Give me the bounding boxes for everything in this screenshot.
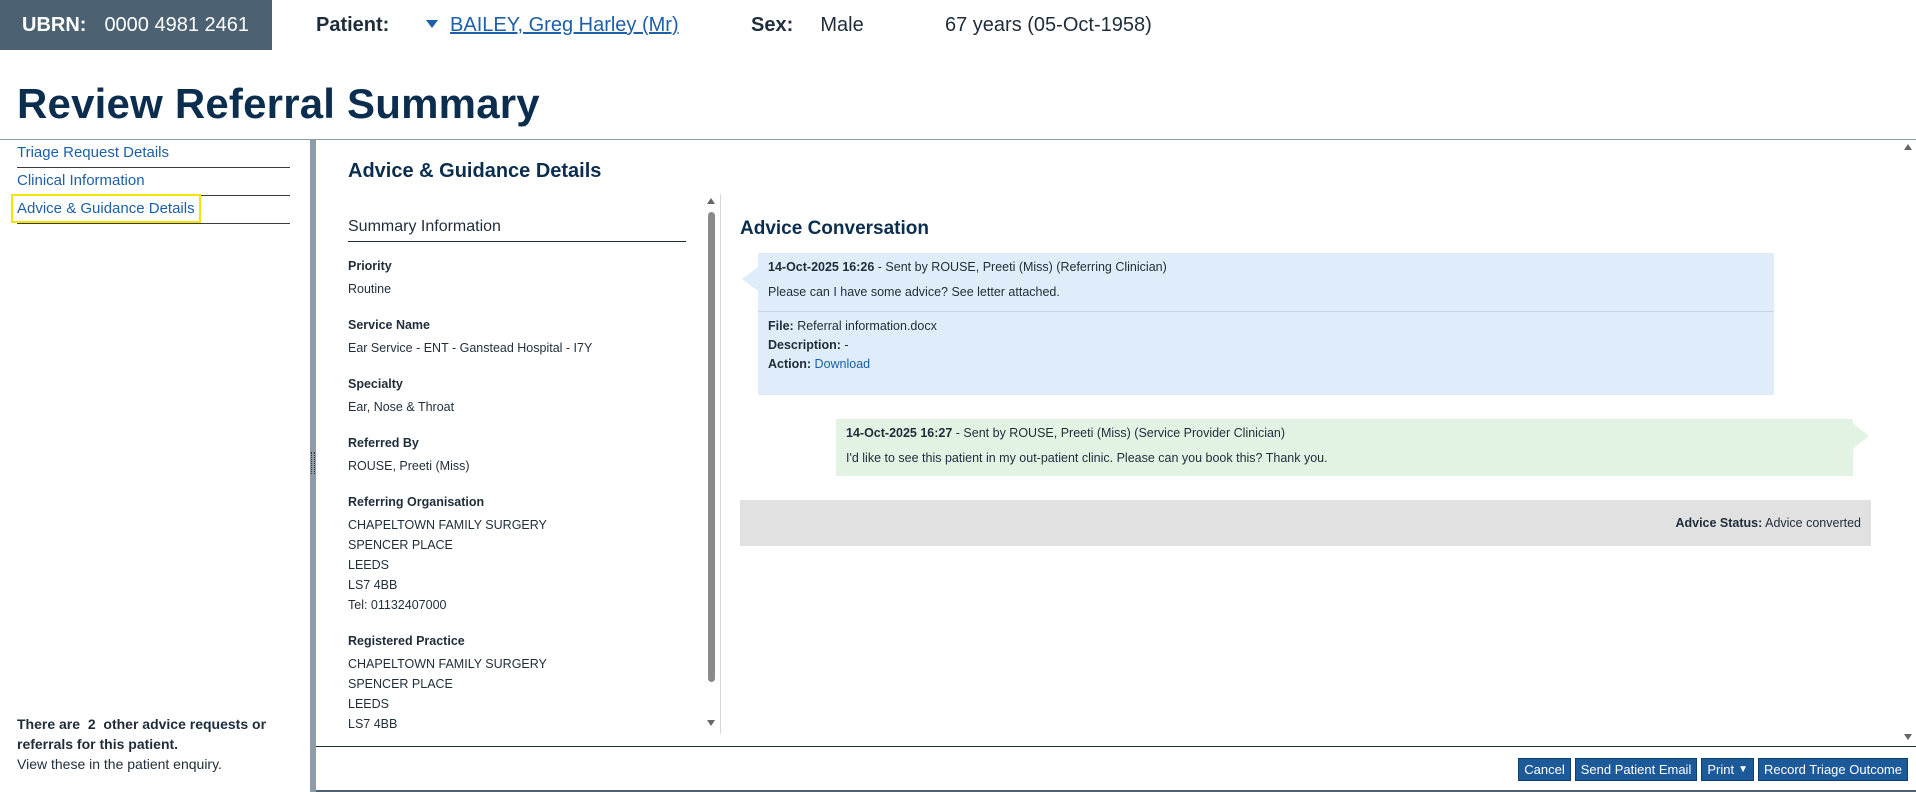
- field-label: Referring Organisation: [348, 495, 485, 509]
- field-label: Registered Practice: [348, 634, 465, 648]
- telephone: Tel: 01132407000: [348, 598, 447, 612]
- description-label: Description:: [768, 338, 841, 352]
- address-line: LEEDS: [348, 697, 389, 711]
- attachment-description: Description: -: [768, 338, 849, 352]
- file-label: File:: [768, 319, 794, 333]
- column-divider: [720, 194, 721, 734]
- patient-field: Patient: BAILEY, Greg Harley (Mr): [316, 14, 679, 37]
- nav-item-clinical-information[interactable]: Clinical Information: [17, 168, 290, 196]
- print-label: Print: [1707, 762, 1735, 777]
- sex-label: Sex:: [751, 14, 794, 36]
- patient-name-link[interactable]: BAILEY, Greg Harley (Mr): [450, 14, 679, 36]
- address-line: SPENCER PLACE: [348, 677, 453, 691]
- cancel-button[interactable]: Cancel: [1518, 758, 1571, 781]
- note-count: 2: [87, 716, 96, 732]
- address-line: LEEDS: [348, 558, 389, 572]
- splitter-grip-icon[interactable]: [311, 452, 315, 474]
- conversation-title: Advice Conversation: [740, 218, 929, 239]
- file-value: Referral information.docx: [797, 319, 937, 333]
- summary-field-registered-practice: Registered Practice CHAPELTOWN FAMILY SU…: [348, 634, 688, 734]
- scrollbar-thumb[interactable]: [708, 212, 715, 682]
- scroll-up-icon[interactable]: [1904, 144, 1912, 150]
- record-triage-outcome-button[interactable]: Record Triage Outcome: [1757, 758, 1908, 781]
- scroll-down-icon[interactable]: [707, 720, 715, 726]
- field-label: Service Name: [348, 318, 431, 332]
- summary-field-referring-organisation: Referring Organisation CHAPELTOWN FAMILY…: [348, 495, 688, 615]
- message-meta: 14-Oct-2025 16:27 - Sent by ROUSE, Preet…: [846, 426, 1285, 440]
- section-title: Advice & Guidance Details: [348, 160, 602, 182]
- message-meta: 14-Oct-2025 16:26 - Sent by ROUSE, Preet…: [768, 260, 1167, 274]
- nav-item-label: Clinical Information: [17, 172, 145, 189]
- address-line: CHAPELTOWN FAMILY SURGERY: [348, 657, 547, 671]
- message-timestamp: 14-Oct-2025 16:27: [846, 426, 953, 440]
- dropdown-arrow-icon: ▼: [1738, 764, 1748, 775]
- field-value: Ear Service - ENT - Ganstead Hospital - …: [348, 341, 593, 355]
- age-dob: 67 years (05-Oct-1958): [945, 14, 1152, 36]
- action-label: Action:: [768, 357, 812, 371]
- ubrn-value: 0000 4981 2461: [104, 13, 250, 36]
- field-value: Routine: [348, 282, 392, 296]
- status-label: Advice Status:: [1675, 516, 1763, 530]
- field-label: Priority: [348, 259, 392, 273]
- action-buttons: Cancel Send Patient Email Print ▼ Record…: [1518, 758, 1908, 781]
- nav-item-label: Advice & Guidance Details: [11, 194, 201, 223]
- patient-dropdown-icon[interactable]: [426, 19, 439, 28]
- patient-banner: UBRN: 0000 4981 2461 Patient: BAILEY, Gr…: [0, 0, 1916, 50]
- sex-field: Sex: Male: [751, 14, 864, 37]
- message-body: Please can I have some advice? See lette…: [768, 285, 1060, 299]
- left-navigation: [0, 140, 312, 792]
- nav-item-label: Triage Request Details: [17, 144, 170, 161]
- incoming-message: 14-Oct-2025 16:26 - Sent by ROUSE, Preet…: [742, 253, 1774, 395]
- message-timestamp: 14-Oct-2025 16:26: [768, 260, 875, 274]
- address-line: SPENCER PLACE: [348, 538, 453, 552]
- summary-scrollbar[interactable]: [706, 198, 716, 730]
- field-label: Specialty: [348, 377, 403, 391]
- attachment-file: File: Referral information.docx: [768, 319, 937, 333]
- note-line2: View these in the patient enquiry.: [17, 756, 222, 772]
- send-patient-email-button[interactable]: Send Patient Email: [1574, 758, 1698, 781]
- scroll-down-icon[interactable]: [1904, 734, 1912, 740]
- ubrn-panel: UBRN: 0000 4981 2461: [0, 0, 272, 50]
- attachment-action: Action: Download: [768, 357, 870, 371]
- nav-item-triage-request-details[interactable]: Triage Request Details: [17, 140, 290, 168]
- advice-status: Advice Status: Advice converted: [1675, 516, 1861, 530]
- message-sender: - Sent by ROUSE, Preeti (Miss) (Referrin…: [874, 260, 1167, 274]
- print-button[interactable]: Print ▼: [1701, 758, 1754, 781]
- footer-divider: [316, 746, 1916, 747]
- address-line: LS7 4BB: [348, 717, 398, 731]
- summary-field-specialty: Specialty Ear, Nose & Throat: [348, 377, 688, 417]
- main-scrollbar[interactable]: [1902, 142, 1914, 746]
- description-value: -: [844, 338, 849, 352]
- field-value: ROUSE, Preeti (Miss): [348, 459, 470, 473]
- summary-field-service-name: Service Name Ear Service - ENT - Ganstea…: [348, 318, 688, 358]
- field-label: Referred By: [348, 436, 419, 450]
- message-body: I'd like to see this patient in my out-p…: [846, 451, 1328, 465]
- other-requests-note: There are 2 other advice requests or ref…: [17, 714, 297, 774]
- outgoing-message: 14-Oct-2025 16:27 - Sent by ROUSE, Preet…: [836, 419, 1869, 476]
- note-prefix: There are: [17, 716, 81, 732]
- download-link[interactable]: Download: [815, 357, 871, 371]
- scroll-up-icon[interactable]: [707, 198, 715, 204]
- message-divider: [758, 311, 1774, 312]
- page-title: Review Referral Summary: [17, 80, 540, 127]
- ubrn-label: UBRN:: [22, 13, 87, 36]
- message-sender: - Sent by ROUSE, Preeti (Miss) (Service …: [952, 426, 1286, 440]
- sex-value: Male: [820, 14, 864, 36]
- summary-field-priority: Priority Routine: [348, 259, 688, 299]
- summary-heading: Summary Information: [348, 218, 686, 242]
- summary-field-referred-by: Referred By ROUSE, Preeti (Miss): [348, 436, 688, 476]
- address-line: CHAPELTOWN FAMILY SURGERY: [348, 518, 547, 532]
- nav-item-advice-guidance-details[interactable]: Advice & Guidance Details: [11, 194, 290, 224]
- status-value: Advice converted: [1765, 516, 1861, 530]
- address-line: LS7 4BB: [348, 578, 398, 592]
- advice-status-bar: Advice Status: Advice converted: [740, 500, 1871, 546]
- field-value: Ear, Nose & Throat: [348, 400, 455, 414]
- patient-label: Patient:: [316, 14, 390, 36]
